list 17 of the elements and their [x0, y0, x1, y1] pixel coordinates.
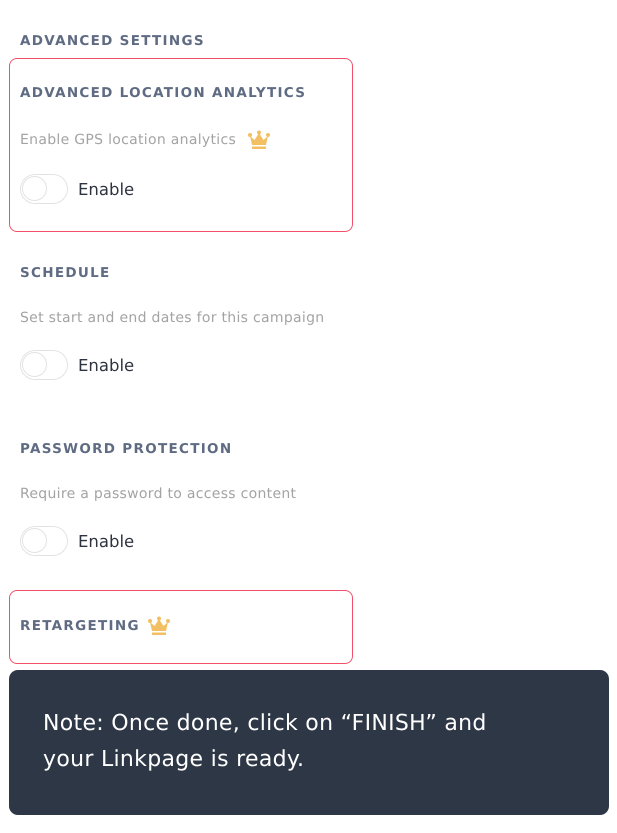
- section-description: Enable GPS location analytics: [20, 132, 236, 148]
- toggle-label: Enable: [78, 532, 134, 550]
- section-description: Require a password to access content: [20, 486, 296, 502]
- section-title: RETARGETING: [20, 617, 140, 635]
- section-description: Set start and end dates for this campaign: [20, 310, 324, 326]
- toggle-switch[interactable]: [20, 350, 68, 380]
- toggle-label: Enable: [78, 180, 134, 198]
- toggle-switch[interactable]: [20, 526, 68, 556]
- crown-icon: [248, 130, 270, 150]
- section-title: SCHEDULE: [20, 264, 111, 282]
- section-title: PASSWORD PROTECTION: [20, 440, 232, 458]
- toggle-switch[interactable]: [20, 174, 68, 204]
- toggle-label: Enable: [78, 356, 134, 374]
- note-banner: Note: Once done, click on “FINISH” and your Linkpage is ready.: [9, 670, 609, 815]
- crown-icon: [148, 616, 170, 636]
- section-heading: ADVANCED SETTINGS: [20, 32, 206, 50]
- section-title: ADVANCED LOCATION ANALYTICS: [20, 84, 306, 102]
